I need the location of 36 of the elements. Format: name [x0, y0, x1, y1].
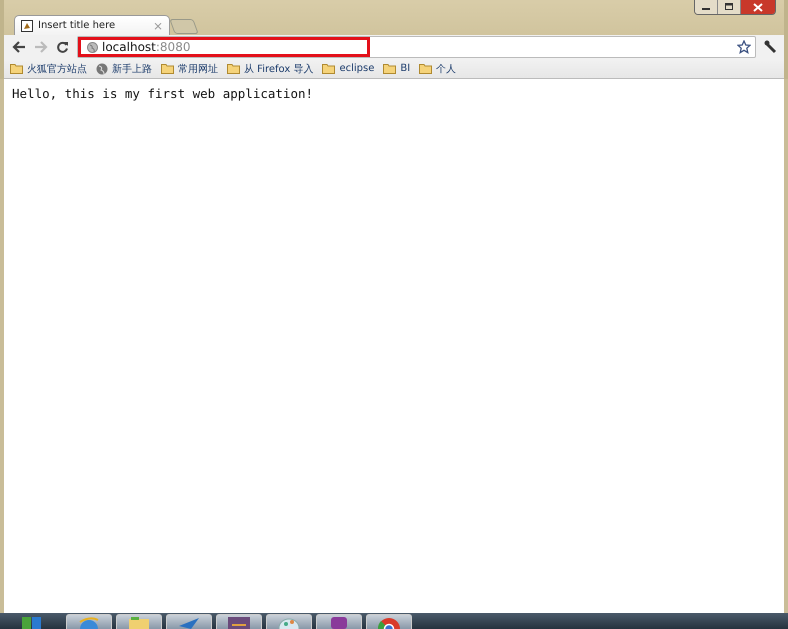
bookmark-item[interactable]: eclipse — [322, 63, 374, 74]
app-icon — [227, 616, 251, 629]
page-text: Hello, this is my first web application! — [12, 86, 314, 101]
globe-icon — [87, 42, 98, 52]
folder-icon — [419, 63, 432, 74]
browser-tab[interactable]: Insert title here × — [14, 15, 170, 35]
folder-icon — [227, 63, 240, 74]
e-logo-icon — [78, 616, 100, 629]
palette-icon — [277, 616, 301, 629]
taskbar-button[interactable] — [216, 614, 262, 629]
bookmark-item[interactable]: BI — [383, 63, 410, 74]
start-orb-icon[interactable] — [20, 615, 44, 629]
maximize-button[interactable] — [718, 0, 741, 14]
taskbar-button[interactable] — [316, 614, 362, 629]
folder-icon — [322, 63, 336, 74]
bookmark-item[interactable]: 从 Firefox 导入 — [227, 62, 314, 76]
maximize-icon — [724, 3, 734, 11]
star-icon[interactable] — [737, 40, 751, 54]
bookmark-item[interactable]: 常用网址 — [161, 62, 218, 76]
bookmark-item[interactable]: 火狐官方站点 — [10, 62, 87, 76]
bookmark-item[interactable]: 个人 — [419, 62, 456, 76]
back-icon[interactable] — [12, 41, 26, 53]
address-field[interactable]: localhost:8080 — [78, 37, 370, 57]
folder-icon — [383, 63, 396, 74]
folder-icon — [161, 63, 174, 74]
close-icon — [752, 2, 764, 12]
folder-icon — [127, 616, 151, 629]
globe-icon — [96, 62, 108, 74]
folder-icon — [10, 63, 23, 74]
chrome-logo-icon — [377, 616, 401, 629]
bookmark-item[interactable]: 新手上路 — [96, 62, 152, 76]
minimize-button[interactable] — [695, 0, 718, 14]
close-window-button[interactable] — [741, 0, 775, 14]
taskbar-button[interactable] — [166, 614, 212, 629]
reload-icon[interactable] — [56, 40, 69, 54]
taskbar-button[interactable] — [366, 614, 412, 629]
